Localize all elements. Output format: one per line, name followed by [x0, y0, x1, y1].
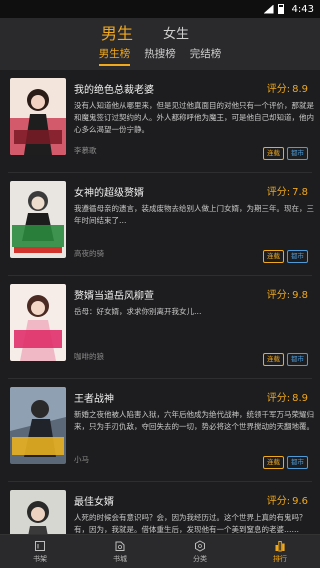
book-cover-art-icon — [10, 387, 66, 464]
book-cover-art-icon — [10, 78, 66, 155]
nav-bookshelf[interactable]: 书架 — [0, 535, 80, 568]
bookshelf-icon — [35, 540, 45, 551]
book-description: 人死的时候会有意识吗？会，因为我经历过。这个世界上真的有鬼吗？有，因为，我就是。… — [74, 513, 307, 534]
book-cover-art-icon — [10, 181, 66, 258]
book-author: 小马 — [74, 455, 89, 464]
rating-label: 评分: — [266, 496, 291, 507]
book-description: 新婚之夜他被人陷害入狱，六年后他成为绝代战神，统领千军万马荣耀归来，只为手刃仇敌… — [74, 410, 314, 431]
book-title[interactable]: 最佳女婿 — [74, 493, 114, 508]
rating-label: 评分: — [266, 187, 291, 198]
rank-tabs: 男生榜 热搜榜 完结榜 — [0, 42, 320, 66]
status-badge: 连载 — [263, 353, 284, 366]
nav-bookstore[interactable]: 书城 — [80, 535, 160, 568]
book-cover[interactable] — [10, 181, 66, 258]
nav-ranking[interactable]: 排行 — [240, 535, 320, 568]
book-rating: 评分: 9.6 — [267, 492, 308, 507]
book-cover[interactable] — [10, 490, 66, 534]
rating-label: 评分: — [266, 393, 291, 404]
status-badge: 连载 — [263, 250, 284, 263]
nav-label: 书城 — [113, 554, 127, 563]
battery-icon — [277, 4, 284, 14]
book-rating: 评分: 8.9 — [267, 389, 308, 404]
book-description: 没有人知道他从哪里来，但是见过他真面目的对他只有一个评价，那就是和魔鬼签订过契约… — [74, 101, 314, 134]
book-cover[interactable] — [10, 284, 66, 361]
rating-value: 8.9 — [292, 393, 308, 404]
tab-male[interactable]: 男生 — [101, 20, 133, 44]
book-description: 我遵循母亲的遗言，装成废物去给别人做上门女婿，为期三年。现在，三年时间结束了… — [74, 204, 314, 225]
tab-hot-search[interactable]: 热搜榜 — [144, 42, 176, 66]
book-list-item[interactable]: 女神的超级赘婿 评分: 7.8 我遵循母亲的遗言，装成废物去给别人做上门女婿，为期… — [8, 173, 314, 276]
book-rating: 评分: 7.8 — [267, 183, 308, 198]
status-bar: 4:43 — [0, 0, 320, 18]
book-rating: 评分: 9.8 — [267, 286, 308, 301]
book-author: 咖啡的狼 — [74, 352, 104, 361]
tab-completed[interactable]: 完结榜 — [190, 42, 222, 66]
rating-label: 评分: — [266, 290, 291, 301]
bookstore-icon — [115, 541, 125, 551]
rating-label: 评分: — [266, 84, 291, 95]
book-list-item[interactable]: 最佳女婿 评分: 9.6 人死的时候会有意识吗？会，因为我经历过。这个世界上真的有… — [8, 482, 312, 534]
signal-icon — [263, 4, 274, 14]
tab-male-ranking[interactable]: 男生榜 — [98, 42, 130, 66]
rating-value: 9.6 — [292, 496, 308, 507]
book-title[interactable]: 王者战神 — [74, 390, 114, 405]
book-list-item[interactable]: 赘婿当道岳风柳萱 评分: 9.8 岳母：好女婿，求求你别离开我女儿… 咖啡的狼 连… — [8, 276, 312, 379]
ranking-icon — [275, 540, 285, 551]
nav-label: 分类 — [193, 554, 207, 563]
status-badge: 连载 — [263, 147, 284, 160]
genre-badge: 都市 — [287, 353, 308, 366]
book-list-item[interactable]: 我的绝色总裁老婆 评分: 8.9 没有人知道他从哪里来，但是见过他真面目的对他只有… — [8, 70, 314, 173]
nav-label: 排行 — [273, 554, 287, 563]
genre-badge: 都市 — [287, 147, 308, 160]
nav-label: 书架 — [33, 554, 47, 563]
book-author: 李慕歌 — [74, 146, 97, 155]
rating-value: 7.8 — [292, 187, 308, 198]
book-title[interactable]: 赘婿当道岳风柳萱 — [74, 287, 154, 302]
status-time: 4:43 — [291, 3, 314, 15]
app-header: 男生 女生 男生榜 热搜榜 完结榜 — [0, 18, 320, 70]
book-cover-art-icon — [10, 490, 66, 534]
status-badge: 连载 — [263, 456, 284, 469]
book-cover[interactable] — [10, 78, 66, 155]
rating-value: 9.8 — [292, 290, 308, 301]
book-title[interactable]: 女神的超级赘婿 — [74, 184, 144, 199]
book-rating: 评分: 8.9 — [267, 80, 308, 95]
book-list: 我的绝色总裁老婆 评分: 8.9 没有人知道他从哪里来，但是见过他真面目的对他只有… — [0, 70, 320, 534]
book-description: 岳母：好女婿，求求你别离开我女儿… — [74, 307, 202, 316]
nav-category[interactable]: 分类 — [160, 535, 240, 568]
book-cover-art-icon — [10, 284, 66, 361]
book-cover[interactable] — [10, 387, 66, 464]
tab-female[interactable]: 女生 — [163, 23, 189, 42]
book-author: 高夜的骑 — [74, 249, 104, 258]
category-icon — [195, 539, 205, 552]
genre-badge: 都市 — [287, 250, 308, 263]
book-list-item[interactable]: 王者战神 评分: 8.9 新婚之夜他被人陷害入狱，六年后他成为绝代战神，统领千军万… — [8, 379, 314, 482]
bottom-nav: 书架 书城 分类 排行 — [0, 534, 320, 568]
book-title[interactable]: 我的绝色总裁老婆 — [74, 81, 154, 96]
genre-badge: 都市 — [287, 456, 308, 469]
rating-value: 8.9 — [292, 84, 308, 95]
